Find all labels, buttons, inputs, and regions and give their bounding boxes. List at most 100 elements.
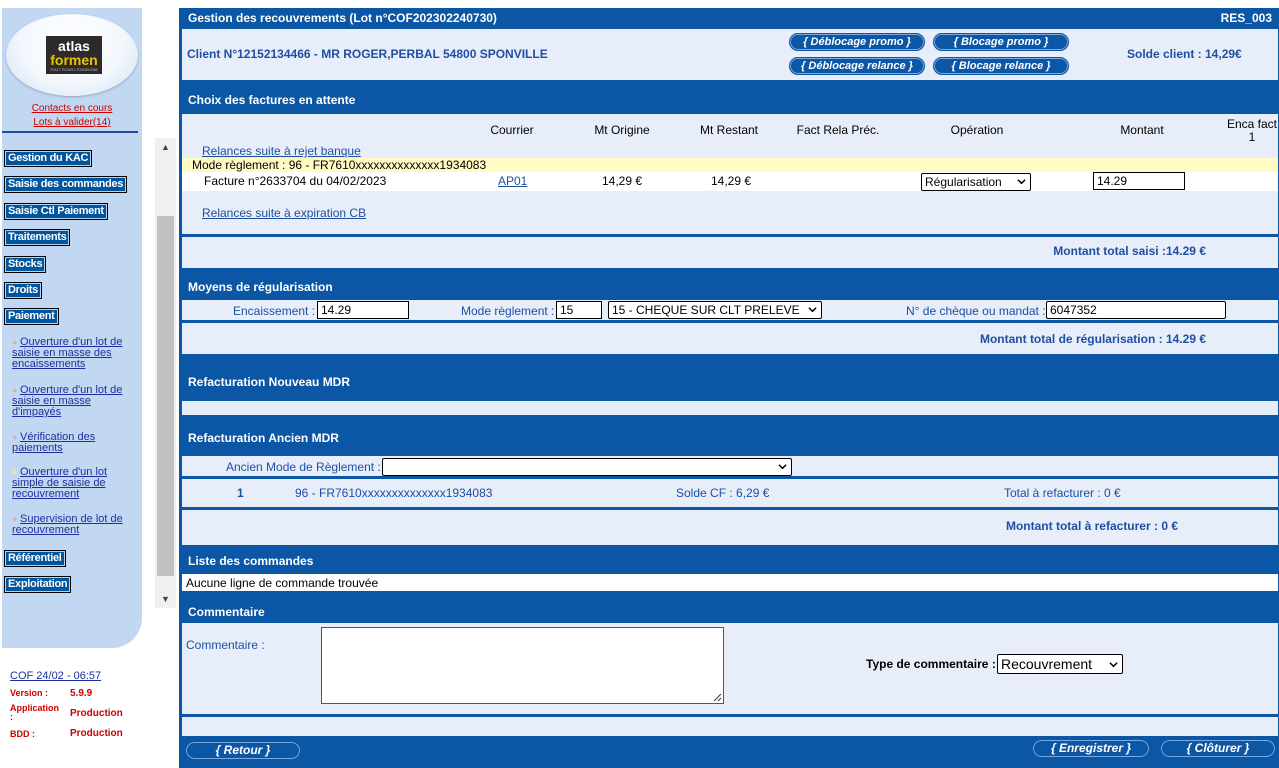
relances-expiration-cb-link[interactable]: Relances suite à expiration CB [202, 206, 366, 220]
mode-reglement-text: Mode règlement : 96 - FR7610xxxxxxxxxxxx… [192, 158, 487, 172]
chevron-down-icon [778, 464, 787, 470]
chevron-down-icon [1109, 662, 1118, 668]
ancien-mdr-row: 1 96 - FR7610xxxxxxxxxxxxxx1934083 Solde… [182, 479, 1278, 507]
ancien-mdr-select-panel: Ancien Mode de Règlement : [182, 456, 1278, 476]
resize-handle-icon[interactable] [713, 693, 722, 702]
total-regularisation-panel: Montant total de régularisation : 14.29 … [182, 323, 1278, 354]
cloturer-button[interactable]: { Clôturer } [1160, 739, 1276, 758]
operation-select[interactable]: Régularisation [921, 173, 1031, 191]
client-panel: Client N°12152134466 - MR ROGER,PERBAL 5… [182, 29, 1278, 80]
encaissement-input[interactable]: 14.29 [317, 301, 409, 319]
type-commentaire-select[interactable]: Recouvrement [997, 654, 1123, 674]
nav-droits[interactable]: Droits [4, 282, 42, 299]
courrier-ap01-link[interactable]: AP01 [498, 174, 527, 188]
retour-button[interactable]: { Retour } [185, 741, 301, 760]
blocage-promo-button[interactable]: { Blocage promo } [933, 33, 1069, 51]
application-label-colon: : [10, 712, 13, 722]
facture-mt-restant: 14,29 € [711, 174, 752, 188]
nav-stocks[interactable]: Stocks [4, 256, 47, 273]
col-courrier: Courrier [490, 123, 534, 137]
type-commentaire-label: Type de commentaire : [866, 657, 996, 671]
refact-ancien-title: Refacturation Ancien MDR [188, 431, 339, 445]
encaissement-label: Encaissement : [233, 304, 316, 318]
ancien-mdr-num: 1 [237, 486, 244, 500]
col-enca-fact: Enca fact [1226, 117, 1278, 131]
montant-total-refacturer: Montant total à refacturer : 0 € [1005, 519, 1178, 533]
ancien-mode-label: Ancien Mode de Règlement : [226, 460, 381, 474]
refact-nouveau-panel [182, 401, 1278, 415]
logo-text-formen: formen [50, 52, 98, 68]
commandes-panel: Aucune ligne de commande trouvée [182, 574, 1278, 591]
col-mt-restant: Mt Restant [699, 123, 759, 137]
col-enca-fact-num: 1 [1248, 130, 1256, 144]
application-value: Production [70, 708, 123, 719]
nav-paiement[interactable]: Paiement [4, 308, 59, 325]
col-fact-rela: Fact Rela Préc. [796, 123, 880, 137]
nav-exploitation[interactable]: Exploitation [4, 576, 72, 593]
page-title: Gestion des recouvrements (Lot n°COF2023… [188, 11, 497, 25]
ancien-mdr-mode: 96 - FR7610xxxxxxxxxxxxxx1934083 [295, 486, 493, 500]
deblocage-promo-button[interactable]: { Déblocage promo } [789, 33, 925, 51]
version-value: 5.9.9 [70, 688, 93, 699]
ancien-mode-select[interactable] [382, 458, 792, 476]
scroll-up-arrow-icon[interactable]: ▲ [155, 138, 176, 156]
sub-link-lot-recouvrement[interactable]: ● Ouverture d'un lot simple de saisie de … [12, 467, 136, 500]
atlas-formen-logo: atlas formen TOUT POUR L'ENSEIGNE [46, 36, 102, 74]
sub-link-lot-encaissements[interactable]: ● Ouverture d'un lot de saisie en masse d… [12, 337, 136, 370]
mode-reglement-select[interactable]: 15 - CHEQUE SUR CLT PRELEVE [608, 301, 822, 319]
lots-a-valider-link[interactable]: Lots à valider(14) [0, 117, 144, 128]
nav-saisie-commandes[interactable]: Saisie des commandes [4, 176, 128, 193]
contacts-en-cours-link[interactable]: Contacts en cours [0, 103, 144, 114]
screen-code: RES_003 [1220, 11, 1272, 25]
bdd-label: BDD : [10, 729, 35, 739]
cheque-label: N° de chèque ou mandat : [906, 304, 1046, 318]
enregistrer-button[interactable]: { Enregistrer } [1032, 739, 1150, 758]
facture-mt-origine: 14,29 € [602, 174, 643, 188]
montant-total-saisi: Montant total saisi :14.29 € [1053, 244, 1206, 258]
scrollbar-thumb[interactable] [157, 216, 174, 576]
sub-link-line: encaissements [12, 358, 86, 370]
cheque-input[interactable]: 6047352 [1046, 301, 1226, 319]
commentaire-title: Commentaire [188, 605, 265, 619]
mode-reglement-code-input[interactable]: 15 [556, 301, 602, 319]
application-label: Application [10, 703, 59, 713]
nav-traitements[interactable]: Traitements [4, 229, 71, 246]
cof-date-link[interactable]: COF 24/02 - 06:57 [10, 670, 101, 682]
sidebar-scrollbar[interactable]: ▲ ▼ [155, 138, 176, 608]
relances-rejet-banque-link[interactable]: Relances suite à rejet banque [202, 144, 361, 158]
mode-reglement-row: Mode règlement : 96 - FR7610xxxxxxxxxxxx… [182, 158, 1278, 172]
ancien-mdr-total: Total à refacturer : 0 € [1004, 486, 1121, 500]
col-operation: Opération [950, 123, 1004, 137]
col-montant: Montant [1120, 123, 1164, 137]
sidebar: atlas formen TOUT POUR L'ENSEIGNE Contac… [0, 0, 178, 768]
bdd-value: Production [70, 728, 123, 739]
chevron-down-icon [808, 307, 817, 313]
scroll-down-arrow-icon[interactable]: ▼ [155, 590, 176, 608]
commandes-title: Liste des commandes [188, 554, 314, 568]
operation-select-value: Régularisation [925, 175, 1002, 189]
sub-link-lot-impayes[interactable]: ● Ouverture d'un lot de saisie en masse d… [12, 385, 136, 418]
deblocage-relance-button[interactable]: { Déblocage relance } [789, 57, 925, 75]
sub-link-supervision-recouvrement[interactable]: ● Supervision de lot de recouvrement [12, 514, 136, 536]
nav-referentiel[interactable]: Référentiel [4, 550, 66, 567]
type-commentaire-select-value: Recouvrement [1001, 656, 1093, 672]
chevron-down-icon [1017, 179, 1026, 185]
nav-gestion-kac[interactable]: Gestion du KAC [4, 150, 93, 167]
sub-link-line: paiements [12, 442, 63, 454]
montant-total-regularisation: Montant total de régularisation : 14.29 … [979, 332, 1206, 346]
sub-link-verification-paiements[interactable]: ● Vérification des paiements [12, 432, 136, 454]
commentaire-textarea[interactable] [321, 627, 724, 704]
sub-link-line: recouvrement [12, 488, 80, 500]
blocage-relance-button[interactable]: { Blocage relance } [933, 57, 1069, 75]
refact-nouveau-title: Refacturation Nouveau MDR [188, 375, 351, 389]
factures-panel: Courrier Mt Origine Mt Restant Fact Rela… [182, 114, 1278, 234]
nav-saisie-ctl-paiement[interactable]: Saisie Ctl Paiement [4, 203, 108, 220]
ancien-mdr-solde: Solde CF : 6,29 € [676, 486, 770, 500]
commentaire-panel: Commentaire : Type de commentaire : Reco… [182, 623, 1278, 714]
col-mt-origine: Mt Origine [594, 123, 650, 137]
client-info: Client N°12152134466 - MR ROGER,PERBAL 5… [187, 47, 548, 61]
commandes-empty-text: Aucune ligne de commande trouvée [186, 576, 379, 590]
montant-input[interactable]: 14.29 [1093, 172, 1185, 190]
mode-reglement-label: Mode règlement : [461, 304, 555, 318]
moyens-panel: Encaissement : 14.29 Mode règlement : 15… [182, 300, 1278, 320]
